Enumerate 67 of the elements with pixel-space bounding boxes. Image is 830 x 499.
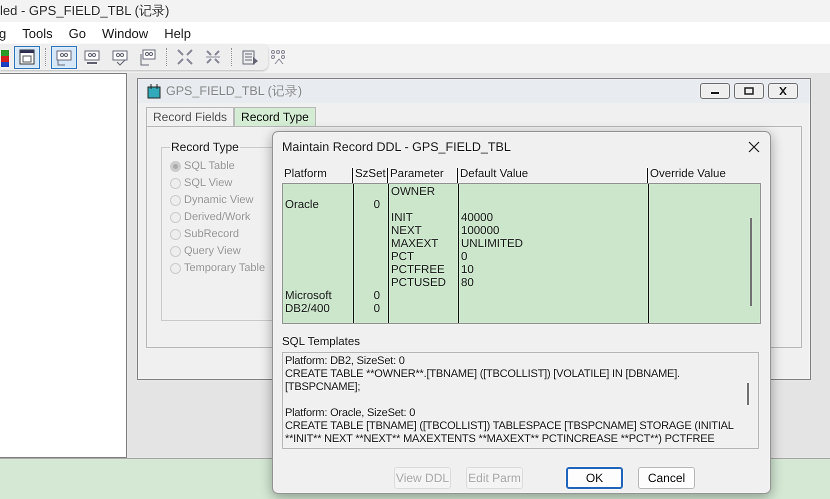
sql-text-area[interactable] [282, 352, 759, 449]
window-icon [18, 48, 36, 66]
maximize-button[interactable] [734, 83, 764, 99]
sql-line: CREATE TABLE [TBNAME] ([TBCOLLIST]) TABLESPACE [TBSPCNAME] STORAGE (INITIAL [285, 420, 735, 433]
radio-label: SQL View [184, 177, 232, 189]
tab[interactable]: Record Type [234, 107, 316, 126]
close-icon [778, 87, 788, 95]
sql-line: Platform: Oracle, SizeSet: 0 [285, 407, 416, 420]
radio-label: Derived/Work [184, 211, 250, 223]
minimize-button[interactable] [700, 83, 730, 99]
sql-line: **INIT** NEXT **NEXT** MAXEXTENTS **MAXEXT** PCTINCREASE **PCT**) PCTFREE [285, 433, 716, 446]
scrollbar-thumb[interactable] [750, 218, 752, 306]
section-label: SQL Templates [282, 336, 361, 348]
arrows-icon [204, 48, 222, 66]
table-cell: PCTUSED [391, 277, 446, 289]
arrows-icon [176, 48, 194, 66]
table-cell: UNLIMITED [461, 238, 523, 250]
table-cell: 0 [374, 199, 380, 211]
form-icon [55, 48, 73, 66]
dialog-title: Maintain Record DDL - GPS_FIELD_TBL [282, 140, 511, 154]
radio-label: Temporary Table [184, 262, 266, 274]
record-icon [146, 83, 162, 99]
radio-label: Query View [184, 245, 241, 257]
grid-icon [269, 48, 287, 66]
radio-label: SQL Table [184, 160, 235, 172]
document-icon [241, 48, 259, 66]
window-title: GPS_FIELD_TBL (记录) [166, 82, 302, 100]
close-icon[interactable] [748, 141, 760, 153]
table-cell: 0 [374, 290, 380, 302]
table-cell: MAXEXT [391, 238, 438, 250]
sql-line: [TBSPCNAME]; [285, 381, 362, 394]
menu-item[interactable]: Window [102, 26, 148, 40]
table-cell: 80 [461, 277, 474, 289]
group-label: Record Type [170, 140, 240, 154]
table-cell: Microsoft [285, 290, 332, 302]
table-cell: 40000 [461, 212, 493, 224]
form-icon [139, 48, 157, 66]
menu-item[interactable]: Tools [22, 26, 53, 40]
toolbar-button[interactable] [51, 46, 77, 68]
form-icon [83, 48, 101, 66]
table-cell: INIT [391, 212, 413, 224]
table-cell: 10 [461, 264, 474, 276]
table-cell: OWNER [391, 186, 436, 198]
form-icon [111, 48, 129, 66]
table-cell: 0 [461, 251, 468, 263]
blocks-icon [1, 48, 11, 66]
dialog-button[interactable]: Cancel [638, 467, 695, 489]
table-cell: Oracle [285, 199, 319, 211]
sql-line: Platform: DB2, SizeSet: 0 [285, 355, 406, 368]
radio-label: Dynamic View [184, 194, 254, 206]
table-cell: PCTFREE [391, 264, 445, 276]
table-cell: 0 [374, 303, 380, 315]
dialog-button[interactable]: OK [566, 467, 623, 489]
toolbar-button[interactable] [14, 46, 40, 68]
window-title: led - GPS_FIELD_TBL (记录) [0, 2, 170, 20]
radio-label: SubRecord [184, 228, 240, 240]
table-cell: PCT [391, 251, 414, 263]
tab[interactable]: Record Fields [146, 107, 234, 126]
table-cell: NEXT [391, 225, 422, 237]
menu-item[interactable]: Help [164, 26, 191, 40]
scrollbar-thumb[interactable] [747, 383, 749, 405]
table-cell: DB2/400 [285, 303, 330, 315]
menu-item[interactable]: Go [68, 26, 86, 40]
sql-line: CREATE TABLE **OWNER**.[TBNAME] ([TBCOLLIST]) [VOLATILE] IN [DBNAME]. [285, 368, 681, 381]
close-button[interactable] [768, 83, 798, 99]
maximize-icon [744, 87, 754, 95]
table-cell: 100000 [461, 225, 500, 237]
